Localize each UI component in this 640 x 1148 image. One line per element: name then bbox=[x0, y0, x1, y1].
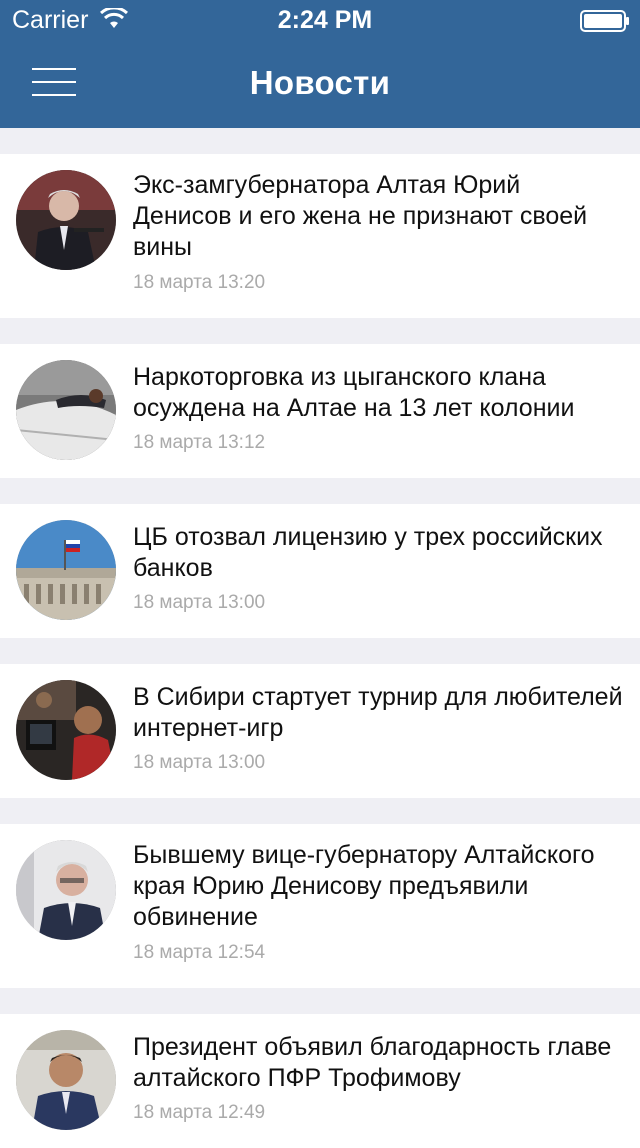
news-headline: В Сибири стартует турнир для любителей и… bbox=[133, 683, 623, 742]
news-item[interactable]: ЦБ отозвал лицензию у трех российских ба… bbox=[0, 504, 640, 638]
news-date: 18 марта 12:49 bbox=[133, 1102, 266, 1123]
news-headline: Наркоторговка из цыганского клана осужде… bbox=[133, 363, 575, 422]
battery-icon bbox=[580, 10, 629, 32]
news-item[interactable]: Бывшему вице-губернатору Алтайского края… bbox=[0, 824, 640, 988]
news-item[interactable]: Президент объявил благодарность главе ал… bbox=[0, 1014, 640, 1148]
news-thumbnail bbox=[16, 520, 116, 620]
news-headline: Экс-замгубернатора Алтая Юрий Денисов и … bbox=[133, 171, 588, 261]
news-headline: ЦБ отозвал лицензию у трех российских ба… bbox=[133, 523, 603, 582]
status-bar: Carrier 2:24 PM bbox=[0, 0, 640, 40]
news-thumbnail bbox=[16, 680, 116, 780]
news-date: 18 марта 13:00 bbox=[133, 752, 266, 773]
news-item[interactable]: В Сибири стартует турнир для любителей и… bbox=[0, 664, 640, 798]
news-thumbnail bbox=[16, 1030, 116, 1130]
news-headline: Президент объявил благодарность главе ал… bbox=[133, 1033, 612, 1092]
page-title: Новости bbox=[249, 64, 391, 101]
news-thumbnail bbox=[16, 360, 116, 460]
news-date: 18 марта 12:54 bbox=[133, 942, 266, 963]
news-date: 18 марта 13:00 bbox=[133, 592, 266, 613]
news-date: 18 марта 13:12 bbox=[133, 432, 266, 453]
navigation-header: Carrier 2:24 PM Новости bbox=[0, 0, 640, 128]
news-thumbnail bbox=[16, 840, 116, 940]
news-thumbnail bbox=[16, 170, 116, 270]
news-date: 18 марта 13:20 bbox=[133, 272, 266, 293]
news-headline: Бывшему вице-губернатору Алтайского края… bbox=[133, 841, 595, 931]
news-item[interactable]: Наркоторговка из цыганского клана осужде… bbox=[0, 344, 640, 478]
status-time: 2:24 PM bbox=[277, 6, 373, 34]
news-item[interactable]: Экс-замгубернатора Алтая Юрий Денисов и … bbox=[0, 154, 640, 318]
